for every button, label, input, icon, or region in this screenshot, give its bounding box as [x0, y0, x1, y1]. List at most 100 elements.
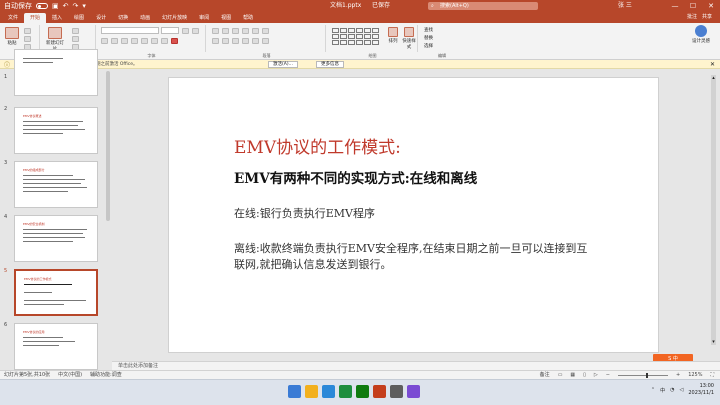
search-input[interactable]: ⌕ 搜索(Alt+Q): [428, 2, 538, 10]
grow-font-icon[interactable]: [182, 28, 189, 34]
slideshow-icon[interactable]: ▷: [594, 371, 598, 379]
language-indicator[interactable]: 中文(中国): [58, 371, 82, 379]
slide-paragraph-online[interactable]: 在线:银行负责执行EMV程序: [234, 205, 375, 221]
comment-button[interactable]: 批注: [687, 13, 697, 22]
copy-icon[interactable]: [24, 36, 31, 42]
save-icon[interactable]: ▣: [52, 0, 59, 12]
line-spacing-icon[interactable]: [252, 28, 259, 34]
autosave-toggle[interactable]: [36, 3, 48, 9]
underline-icon[interactable]: [121, 38, 128, 44]
zoom-slider[interactable]: [617, 372, 668, 378]
slide-thumbnail[interactable]: EMV的安全机制: [14, 215, 98, 262]
layout-icon[interactable]: [72, 28, 79, 34]
tab-home[interactable]: 开始: [24, 13, 47, 23]
align-center-icon[interactable]: [222, 38, 229, 44]
align-right-icon[interactable]: [232, 38, 239, 44]
customize-qat-icon[interactable]: ▾: [82, 0, 86, 12]
tray-arrow-icon[interactable]: ⌃: [651, 387, 655, 393]
scroll-up-icon[interactable]: ▴: [711, 75, 716, 81]
scroll-down-icon[interactable]: ▾: [711, 339, 716, 345]
reading-view-icon[interactable]: ▯: [583, 371, 586, 379]
designer-button[interactable]: 设计灵感: [690, 25, 712, 44]
close-button[interactable]: ✕: [702, 0, 720, 12]
find-button[interactable]: 查找: [424, 27, 433, 35]
select-button[interactable]: 选择: [424, 43, 433, 51]
user-name[interactable]: 张 三: [618, 0, 632, 12]
powerpoint-icon[interactable]: [373, 385, 386, 398]
slide-thumbnail[interactable]: [14, 49, 98, 96]
shadow-icon[interactable]: [141, 38, 148, 44]
redo-icon[interactable]: ↷: [73, 0, 79, 12]
slide-thumbnail-selected[interactable]: EMV协议的工作模式: [14, 269, 98, 316]
tab-view[interactable]: 视图: [215, 13, 237, 23]
start-icon[interactable]: [288, 385, 301, 398]
search-taskbar-icon[interactable]: [305, 385, 318, 398]
case-icon[interactable]: [161, 38, 168, 44]
clock[interactable]: 13:00 2023/11/1: [688, 383, 714, 397]
font-size-combo[interactable]: [161, 27, 179, 34]
file-explorer-icon[interactable]: [322, 385, 335, 398]
cut-icon[interactable]: [24, 28, 31, 34]
slide-canvas[interactable]: EMV协议的工作模式: EMV有两种不同的实现方式:在线和离线 在线:银行负责执…: [168, 77, 659, 353]
italic-icon[interactable]: [111, 38, 118, 44]
columns-icon[interactable]: [252, 38, 259, 44]
volume-icon[interactable]: ◁: [680, 387, 684, 393]
tab-draw[interactable]: 绘图: [68, 13, 90, 23]
zoom-in-icon[interactable]: +: [676, 371, 680, 379]
shapes-gallery[interactable]: [332, 28, 379, 45]
slide-thumbnail[interactable]: EMV协议概述: [14, 107, 98, 154]
slide-title[interactable]: EMV协议的工作模式:: [234, 133, 401, 158]
increase-indent-icon[interactable]: [242, 28, 249, 34]
undo-icon[interactable]: ↶: [63, 0, 69, 12]
settings-icon[interactable]: [390, 385, 403, 398]
spacing-icon[interactable]: [151, 38, 158, 44]
zoom-out-icon[interactable]: −: [606, 371, 610, 379]
zoom-level[interactable]: 125%: [688, 371, 702, 379]
normal-view-icon[interactable]: ▭: [558, 371, 563, 379]
accessibility-status[interactable]: 辅助功能:调查: [90, 371, 122, 379]
activate-button[interactable]: 激活(A)...: [268, 61, 298, 68]
tab-design[interactable]: 设计: [90, 13, 112, 23]
reset-icon[interactable]: [72, 36, 79, 42]
shrink-font-icon[interactable]: [192, 28, 199, 34]
more-info-button[interactable]: 更多信息: [316, 61, 344, 68]
sorter-view-icon[interactable]: ▦: [570, 371, 575, 379]
edge-icon[interactable]: [339, 385, 352, 398]
maximize-button[interactable]: ☐: [684, 0, 702, 12]
close-notification-button[interactable]: ✕: [710, 60, 715, 69]
smartart-icon[interactable]: [262, 38, 269, 44]
tab-insert[interactable]: 插入: [46, 13, 68, 23]
tab-file[interactable]: 文件: [2, 13, 24, 23]
tab-help[interactable]: 帮助: [237, 13, 259, 23]
notes-pane[interactable]: 单击此处添加备注: [112, 361, 720, 370]
numbering-icon[interactable]: [222, 28, 229, 34]
decrease-indent-icon[interactable]: [232, 28, 239, 34]
tab-review[interactable]: 审阅: [193, 13, 215, 23]
slide-paragraph-offline[interactable]: 离线:收款终端负责执行EMV安全程序,在结束日期之前一旦可以连接到互联网,就把确…: [234, 241, 594, 273]
quick-styles-button[interactable]: 快速样式: [401, 27, 417, 50]
justify-icon[interactable]: [242, 38, 249, 44]
thumbnail-scrollbar[interactable]: [106, 71, 110, 221]
slide-thumbnail[interactable]: EMV协议的应用: [14, 323, 98, 370]
paste-button[interactable]: 粘贴: [4, 27, 20, 46]
excel-icon[interactable]: [356, 385, 369, 398]
slide-subtitle[interactable]: EMV有两种不同的实现方式:在线和离线: [234, 167, 477, 187]
fit-slide-icon[interactable]: ⛶: [710, 371, 714, 379]
ime-lang[interactable]: 中: [660, 387, 665, 394]
app-icon[interactable]: [407, 385, 420, 398]
font-color-icon[interactable]: [171, 38, 178, 44]
align-left-icon[interactable]: [212, 38, 219, 44]
bullets-icon[interactable]: [212, 28, 219, 34]
replace-button[interactable]: 替换: [424, 35, 433, 43]
minimize-button[interactable]: —: [666, 0, 684, 12]
arrange-button[interactable]: 排列: [386, 27, 400, 44]
bold-icon[interactable]: [101, 38, 108, 44]
tab-transitions[interactable]: 切换: [112, 13, 134, 23]
tab-slideshow[interactable]: 幻灯片放映: [156, 13, 193, 23]
slide-thumbnail[interactable]: EMV的组成部分: [14, 161, 98, 208]
strikethrough-icon[interactable]: [131, 38, 138, 44]
editor-scrollbar[interactable]: ▴ ▾: [711, 75, 716, 345]
notes-toggle[interactable]: 备注: [540, 371, 550, 379]
wifi-icon[interactable]: ◔: [670, 387, 674, 393]
font-name-combo[interactable]: [101, 27, 159, 34]
